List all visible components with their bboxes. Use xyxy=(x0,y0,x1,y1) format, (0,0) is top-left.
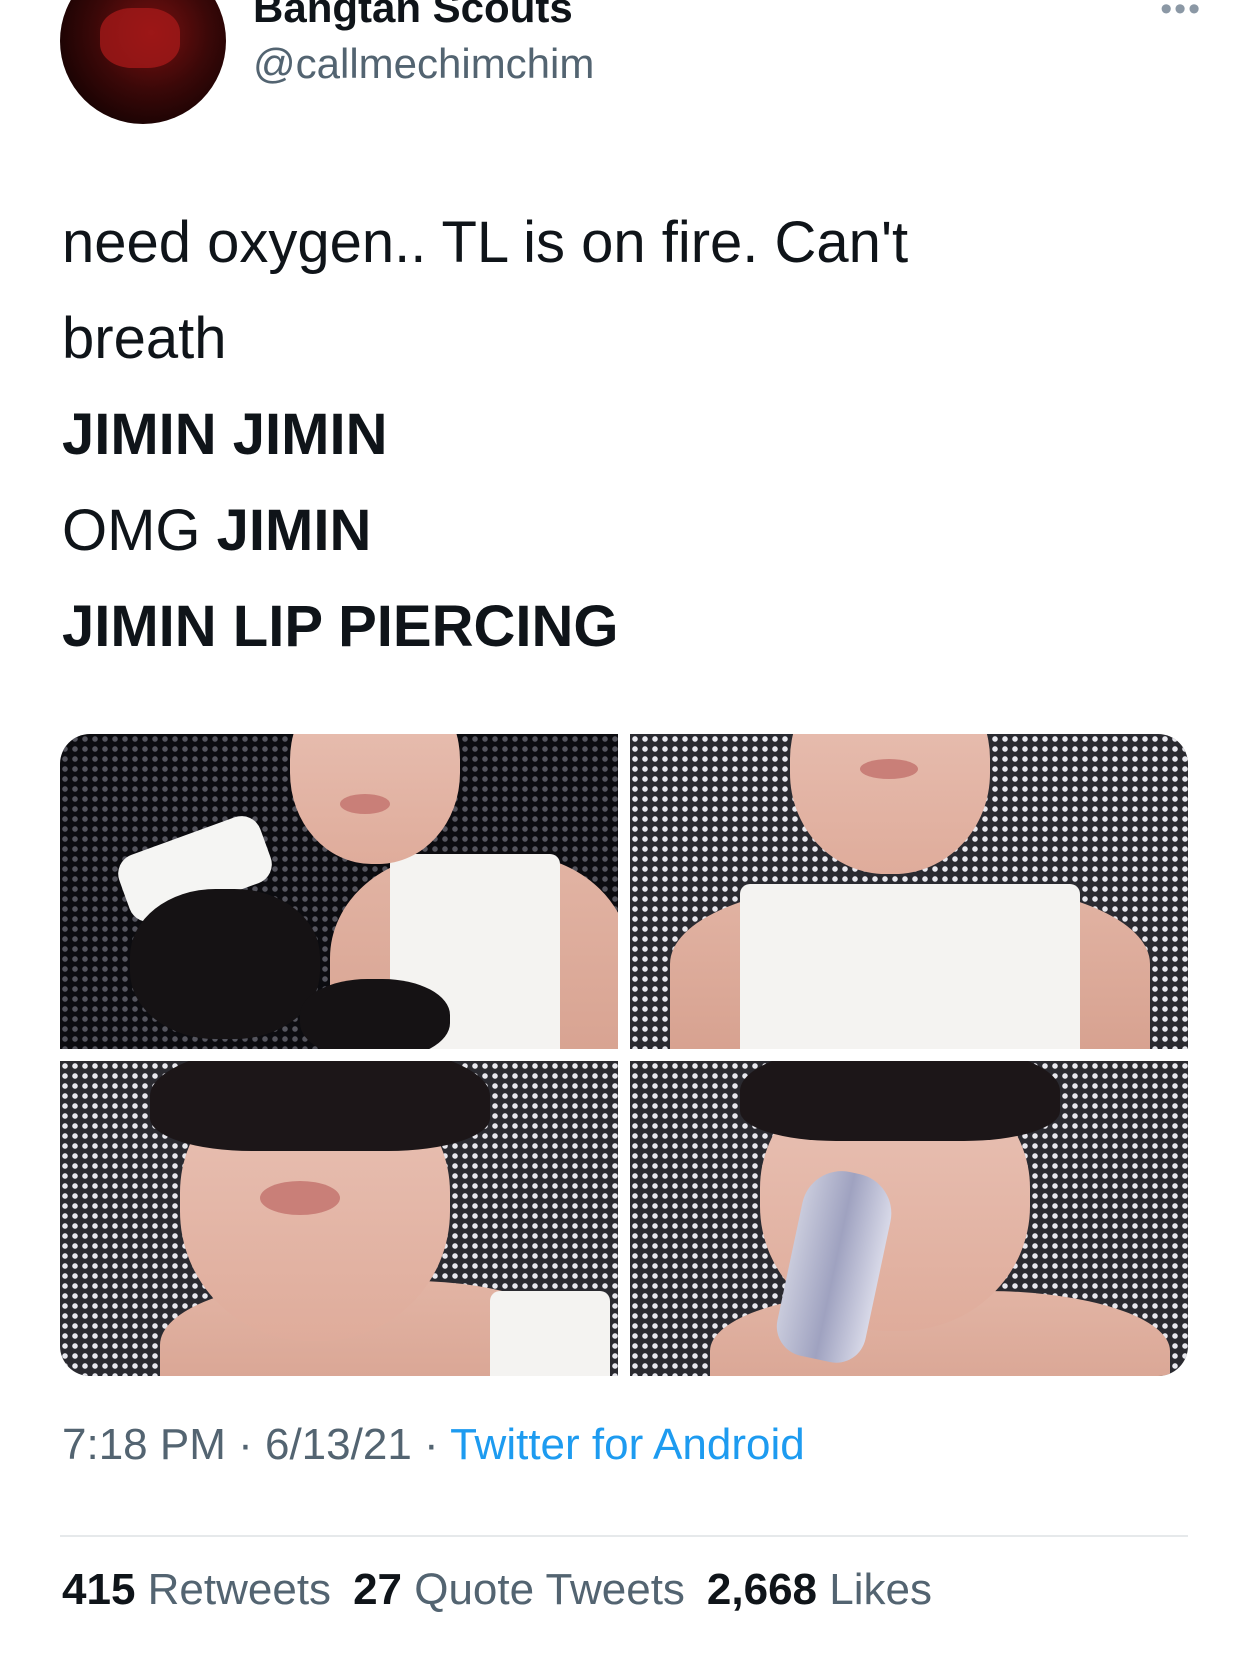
tweet-line: OMG JIMIN xyxy=(62,483,1182,579)
more-options-icon[interactable]: ••• xyxy=(1160,0,1202,29)
quotes-label: Quote Tweets xyxy=(402,1565,685,1614)
retweets-label: Retweets xyxy=(135,1565,332,1614)
meta-separator: · xyxy=(411,1420,451,1469)
tweet-stats: 415 Retweets 27 Quote Tweets 2,668 Likes xyxy=(62,1565,954,1615)
tweet-date[interactable]: 6/13/21 xyxy=(265,1420,412,1469)
tweet-meta: 7:18 PM · 6/13/21 · Twitter for Android xyxy=(62,1420,805,1470)
tweet-line: JIMIN JIMIN xyxy=(62,402,388,467)
likes-stat[interactable]: 2,668 Likes xyxy=(707,1565,932,1614)
divider xyxy=(60,1535,1188,1537)
quotes-count: 27 xyxy=(353,1565,403,1614)
media-grid xyxy=(60,734,1188,1376)
tweet-line: breath xyxy=(62,306,227,371)
tweet-line: JIMIN LIP PIERCING xyxy=(62,594,619,659)
tweet-line-regular: OMG xyxy=(62,498,217,563)
tweet-line-bold: JIMIN xyxy=(216,498,372,563)
photo-3[interactable] xyxy=(60,1061,618,1376)
photo-2[interactable] xyxy=(630,734,1188,1049)
tweet-text: need oxygen.. TL is on fire. Can't breat… xyxy=(62,195,1182,675)
photo-4[interactable] xyxy=(630,1061,1188,1376)
meta-separator: · xyxy=(225,1420,265,1469)
display-name[interactable]: Bangtan Scouts xyxy=(253,0,573,32)
user-handle[interactable]: @callmechimchim xyxy=(253,40,594,88)
photo-1[interactable] xyxy=(60,734,618,1049)
likes-label: Likes xyxy=(817,1565,932,1614)
retweets-count: 415 xyxy=(62,1565,136,1614)
source-link[interactable]: Twitter for Android xyxy=(450,1420,805,1469)
tweet-line: need oxygen.. TL is on fire. Can't xyxy=(62,210,909,275)
tweet-time[interactable]: 7:18 PM xyxy=(62,1420,226,1469)
quotes-stat[interactable]: 27 Quote Tweets xyxy=(353,1565,685,1614)
likes-count: 2,668 xyxy=(706,1565,818,1614)
retweets-stat[interactable]: 415 Retweets xyxy=(62,1565,331,1614)
avatar[interactable] xyxy=(60,0,226,124)
